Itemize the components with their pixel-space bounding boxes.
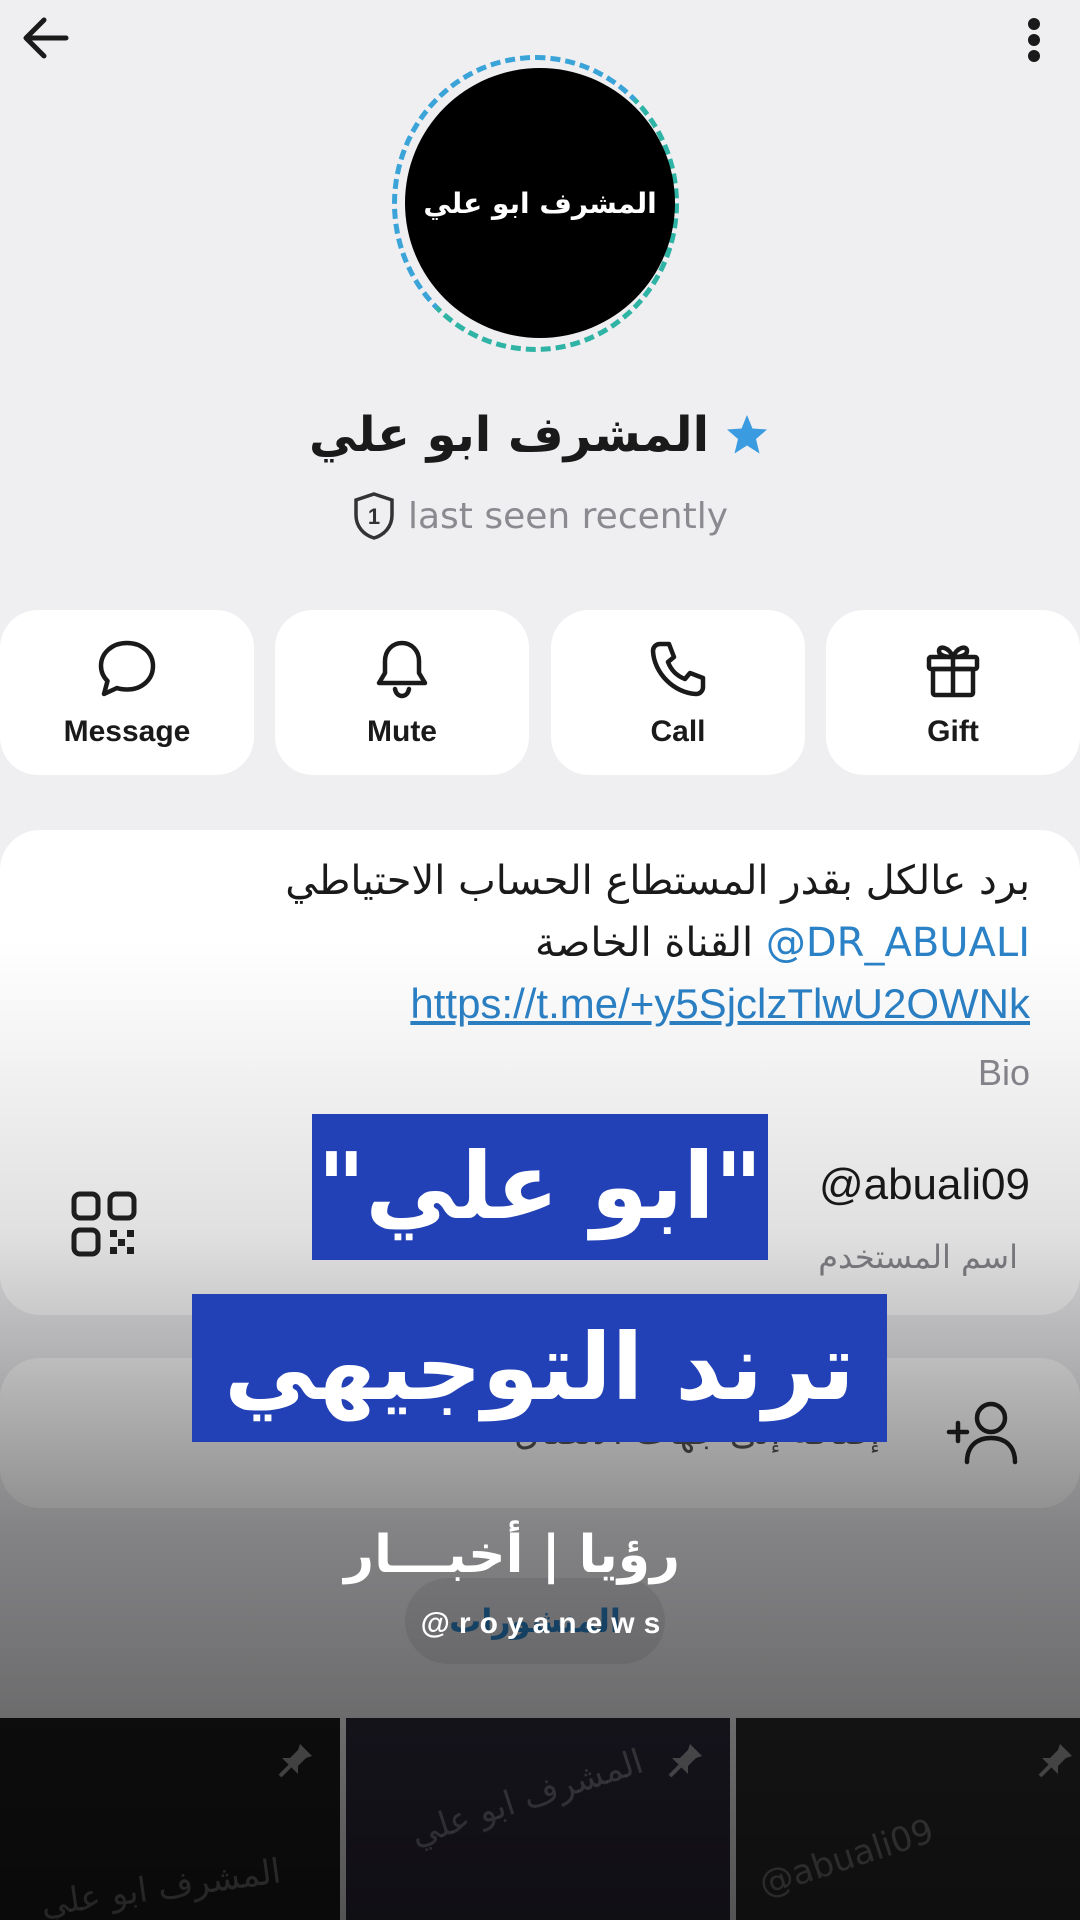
bio-line-2: DR_ABUALI@ القناة الخاصة — [535, 920, 1030, 966]
headline-1: "ابو علي" — [317, 1133, 763, 1240]
profile-name-row: المشرف ابو علي — [0, 400, 1080, 470]
mute-button-label: Mute — [367, 714, 437, 748]
thumbnail-text: المشرف ابو علي — [405, 1741, 649, 1855]
more-options-icon[interactable] — [1010, 10, 1058, 70]
thumbnail-text: المشرف ابو علي — [38, 1851, 284, 1920]
royanews-logo: رؤيا | أخبـــار @royanews — [344, 1525, 680, 1645]
avatar-text: المشرف ابو علي — [423, 186, 657, 220]
gift-button[interactable]: Gift — [826, 610, 1080, 775]
bio-url-link[interactable]: https://t.me/+y5SjclzTlwU2OWNk — [410, 980, 1030, 1028]
message-button-label: Message — [63, 714, 191, 748]
back-arrow-icon[interactable] — [18, 12, 78, 64]
status-row: 1 last seen recently — [0, 488, 1080, 544]
qr-code-icon[interactable] — [70, 1190, 138, 1258]
last-seen-status: last seen recently — [407, 495, 729, 537]
profile-screen: المشرف ابو علي المشرف ابو علي 1 last see… — [0, 0, 1080, 1920]
call-button[interactable]: Call — [551, 610, 805, 775]
svg-text:1: 1 — [368, 504, 380, 529]
pin-icon — [278, 1744, 312, 1778]
pin-icon — [1038, 1744, 1072, 1778]
gift-icon — [926, 644, 980, 697]
post-thumbnail[interactable]: المشرف ابو علي — [346, 1718, 730, 1920]
headline-box-1: "ابو علي" — [312, 1114, 768, 1260]
chat-bubble-icon — [98, 640, 156, 696]
post-thumbnail[interactable]: @abuali09 — [736, 1718, 1080, 1920]
add-person-icon[interactable] — [945, 1398, 1025, 1468]
mute-button[interactable]: Mute — [275, 610, 529, 775]
shield-icon: 1 — [354, 492, 394, 540]
message-button[interactable]: Message — [0, 610, 254, 775]
gift-button-label: Gift — [927, 714, 979, 748]
action-buttons: Message Mute Call Gift — [0, 610, 1080, 775]
avatar[interactable]: المشرف ابو علي — [405, 68, 675, 338]
bio-line-1: برد عالكل بقدر المستطاع الحساب الاحتياطي — [285, 858, 1030, 904]
headline-2: ترند التوجيهي — [224, 1314, 855, 1421]
bell-icon — [376, 640, 428, 698]
logo-handle: @royanews — [420, 1607, 670, 1640]
premium-star-icon[interactable] — [723, 411, 771, 459]
phone-icon — [650, 641, 706, 696]
headline-box-2: ترند التوجيهي — [192, 1294, 887, 1442]
bio-label: Bio — [977, 1052, 1030, 1093]
pin-icon — [668, 1744, 702, 1778]
posts-grid: المشرف ابو علي المشرف ابو علي @abuali09 — [0, 1718, 1080, 1920]
post-thumbnail[interactable]: المشرف ابو علي — [0, 1718, 340, 1920]
username[interactable]: @abuali09 — [819, 1160, 1030, 1210]
logo-text: رؤيا | أخبـــار — [344, 1525, 680, 1585]
username-label: اسم المستخدم — [818, 1238, 1018, 1276]
thumbnail-text: @abuali09 — [754, 1811, 939, 1905]
bio-line-2-text: القناة الخاصة — [534, 920, 754, 966]
call-button-label: Call — [650, 714, 706, 748]
bio-mention-link[interactable]: DR_ABUALI@ — [766, 920, 1030, 966]
profile-name: المشرف ابو علي — [308, 407, 710, 463]
